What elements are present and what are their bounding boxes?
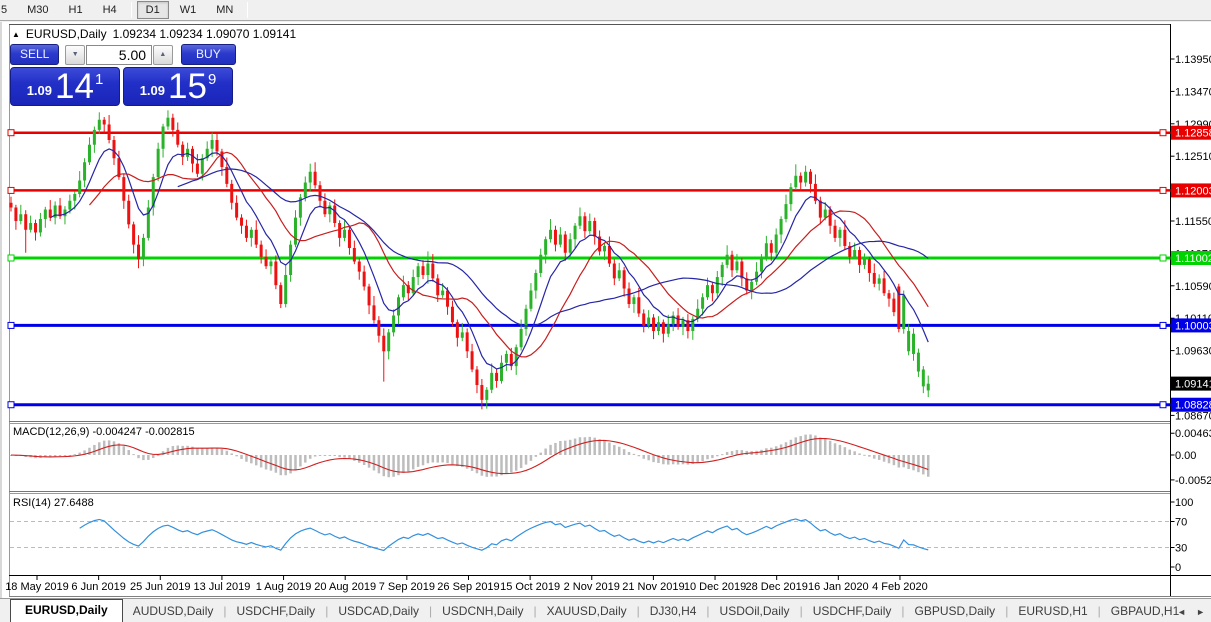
chart-tab-xauusd-daily[interactable]: XAUUSD,Daily [537, 601, 637, 622]
toolbar-separator [247, 2, 249, 18]
svg-text:1.13950: 1.13950 [1175, 54, 1211, 66]
svg-text:1.10590: 1.10590 [1175, 281, 1211, 293]
buy-price-pip: 9 [207, 71, 217, 88]
svg-text:7 Sep 2019: 7 Sep 2019 [379, 581, 435, 593]
chart-tab-audusd-daily[interactable]: AUDUSD,Daily [123, 601, 224, 622]
collapse-panel-icon[interactable]: ▲ [12, 30, 20, 39]
volume-decrease-button[interactable]: ▼ [65, 44, 86, 65]
svg-text:1.08670: 1.08670 [1175, 410, 1211, 422]
rsi-indicator-label: RSI(14) 27.6488 [13, 497, 94, 509]
svg-text:13 Jul 2019: 13 Jul 2019 [193, 581, 250, 593]
buy-price-panel[interactable]: 1.09 15 9 [123, 67, 233, 106]
svg-text:1.09141: 1.09141 [1175, 379, 1211, 391]
svg-text:16 Jan 2020: 16 Jan 2020 [808, 581, 869, 593]
svg-text:2 Nov 2019: 2 Nov 2019 [564, 581, 620, 593]
svg-text:1.10003: 1.10003 [1175, 320, 1211, 332]
buy-price-big: 15 [168, 67, 207, 106]
svg-text:15 Oct 2019: 15 Oct 2019 [500, 581, 560, 593]
buy-price-prefix: 1.09 [139, 83, 166, 98]
svg-text:0.00463: 0.00463 [1175, 428, 1211, 440]
svg-text:21 Nov 2019: 21 Nov 2019 [622, 581, 684, 593]
svg-text:1.09630: 1.09630 [1175, 346, 1211, 358]
svg-text:0.00: 0.00 [1175, 450, 1196, 462]
toolbar-separator [130, 2, 132, 18]
svg-text:1 Aug 2019: 1 Aug 2019 [256, 581, 312, 593]
timeframe-toolbar: 5 M30 H1 H4 D1 W1 MN [0, 0, 1211, 21]
chart-tab-usdchf-daily[interactable]: USDCHF,Daily [227, 601, 326, 622]
macd-indicator-label: MACD(12,26,9) -0.004247 -0.002815 [13, 426, 195, 438]
chart-tab-usdcad-daily[interactable]: USDCAD,Daily [328, 601, 429, 622]
svg-text:6 Jun 2019: 6 Jun 2019 [71, 581, 125, 593]
chart-tab-gbpaud-h1[interactable]: GBPAUD,H1 [1101, 601, 1189, 622]
volume-increase-button[interactable]: ▲ [153, 44, 173, 65]
chart-canvas[interactable]: 1.139501.134701.129901.125101.120301.115… [2, 22, 1211, 598]
svg-text:25 Jun 2019: 25 Jun 2019 [130, 581, 191, 593]
timeframe-button-h4[interactable]: H4 [94, 1, 126, 19]
one-click-trading-panel: SELL ▼ ▲ BUY 1.09 14 1 1.09 15 9 [10, 44, 236, 106]
rsi-pane: 100 70 30 0 [10, 497, 1193, 574]
chart-window: 1.139501.134701.129901.125101.120301.115… [0, 22, 1211, 598]
chart-tab-eurusd-daily[interactable]: EURUSD,Daily [10, 599, 123, 622]
tab-scroll-arrows: ◄ ► [1177, 607, 1205, 617]
svg-text:100: 100 [1175, 497, 1193, 509]
svg-text:70: 70 [1175, 517, 1187, 529]
chart-tab-bar: EURUSD,Daily AUDUSD,Daily | USDCHF,Daily | U… [0, 598, 1211, 622]
svg-text:1.13470: 1.13470 [1175, 86, 1211, 98]
timeframe-button-d1[interactable]: D1 [136, 1, 169, 19]
sell-price-big: 14 [55, 67, 94, 106]
svg-text:18 May 2019: 18 May 2019 [5, 581, 69, 593]
mt4-window: 5 M30 H1 H4 D1 W1 MN 1.13950 1.13470 1.12990 1.12… [0, 0, 1211, 622]
svg-text:20 Aug 2019: 20 Aug 2019 [314, 581, 376, 593]
sell-button[interactable]: SELL [10, 44, 60, 65]
chart-tab-usdcnh-daily[interactable]: USDCNH,Daily [432, 601, 533, 622]
tab-scroll-right-icon[interactable]: ► [1196, 607, 1205, 617]
svg-text:1.11002: 1.11002 [1175, 253, 1211, 265]
chart-tab-usdchf-daily[interactable]: USDCHF,Daily [803, 601, 902, 622]
ohlc-readout: 1.09234 1.09234 1.09070 1.09141 [112, 27, 297, 41]
symbol-label: EURUSD,Daily [25, 27, 107, 41]
tab-scroll-left-icon[interactable]: ◄ [1177, 607, 1186, 617]
chart-tab-gbpusd-daily[interactable]: GBPUSD,Daily [905, 601, 1006, 622]
chart-tab-eurusd-h1[interactable]: EURUSD,H1 [1008, 601, 1097, 622]
svg-text:-0.005299: -0.005299 [1175, 475, 1211, 487]
svg-text:1.12858: 1.12858 [1175, 128, 1211, 140]
sell-price-pip: 1 [94, 71, 104, 88]
buy-button[interactable]: BUY [180, 44, 236, 65]
svg-text:4 Feb 2020: 4 Feb 2020 [872, 581, 928, 593]
volume-input[interactable] [86, 44, 153, 65]
svg-text:28 Dec 2019: 28 Dec 2019 [745, 581, 807, 593]
svg-text:10 Dec 2019: 10 Dec 2019 [684, 581, 746, 593]
svg-text:1.11550: 1.11550 [1175, 216, 1211, 228]
svg-text:1.08828: 1.08828 [1175, 400, 1211, 412]
svg-text:1.12003: 1.12003 [1175, 185, 1211, 197]
timeframe-button-w1[interactable]: W1 [171, 1, 206, 19]
svg-text:0: 0 [1175, 562, 1181, 574]
chart-symbol-title: ▲ EURUSD,Daily 1.09234 1.09234 1.09070 1… [12, 27, 296, 41]
sell-price-panel[interactable]: 1.09 14 1 [10, 67, 120, 106]
timeframe-button-5[interactable]: 5 [0, 1, 16, 19]
horizontal-level-lines[interactable] [7, 129, 1171, 409]
sell-price-prefix: 1.09 [26, 83, 53, 98]
date-axis[interactable]: 18 May 2019 6 Jun 2019 25 Jun 2019 13 Jul 2… [5, 576, 928, 593]
price-axis[interactable]: 1.139501.134701.129901.125101.120301.115… [1170, 54, 1211, 422]
svg-text:30: 30 [1175, 543, 1187, 555]
timeframe-button-mn[interactable]: MN [207, 1, 242, 19]
chart-tab-dj30-h4[interactable]: DJ30,H4 [640, 601, 707, 622]
candlesticks [9, 110, 930, 410]
svg-text:1.12510: 1.12510 [1175, 151, 1211, 163]
timeframe-button-m30[interactable]: M30 [18, 1, 57, 19]
chart-tab-usdoil-daily[interactable]: USDOil,Daily [710, 601, 800, 622]
svg-text:26 Sep 2019: 26 Sep 2019 [437, 581, 499, 593]
timeframe-button-h1[interactable]: H1 [60, 1, 92, 19]
